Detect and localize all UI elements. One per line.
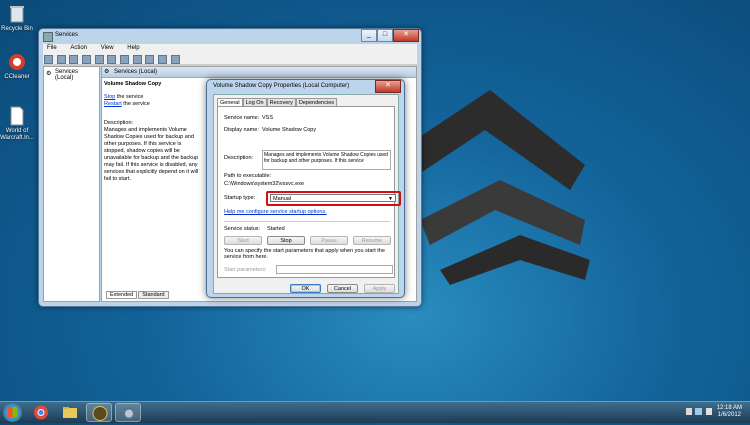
startup-type-label: Startup type: bbox=[224, 195, 256, 201]
play-icon[interactable] bbox=[132, 55, 142, 64]
description-label: Description: bbox=[224, 155, 254, 161]
desktop-icon-label: Recycle Bin bbox=[1, 26, 33, 32]
desktop-icon-recycle-bin[interactable]: Recycle Bin bbox=[0, 4, 34, 33]
gear-icon: ⚙ bbox=[46, 71, 52, 77]
back-icon[interactable] bbox=[44, 55, 53, 64]
cancel-button[interactable]: Cancel bbox=[327, 284, 358, 293]
taskbar-chrome[interactable] bbox=[28, 403, 54, 422]
refresh-icon[interactable] bbox=[94, 55, 104, 64]
start-button[interactable] bbox=[3, 403, 22, 422]
forward-icon[interactable] bbox=[56, 55, 66, 64]
dialog-tabs: General Log On Recovery Dependencies bbox=[217, 98, 338, 107]
chrome-icon bbox=[34, 405, 48, 420]
help-configure-link[interactable]: Help me configure service startup option… bbox=[224, 209, 327, 215]
clock-time: 12:18 AM bbox=[716, 405, 742, 411]
toolbar bbox=[43, 53, 417, 65]
pane-header: ⚙ Services (Local) bbox=[102, 67, 416, 78]
menu-action[interactable]: Action bbox=[70, 45, 87, 51]
path-value: C:\Windows\system32\vssvc.exe bbox=[224, 181, 305, 187]
desktop-icon-world-of-warcraft[interactable]: World of Warcraft.ln... bbox=[0, 106, 34, 142]
start-button[interactable]: Start bbox=[224, 236, 262, 245]
menu-file[interactable]: File bbox=[47, 45, 57, 51]
clock[interactable]: 12:18 AM 1/6/2012 bbox=[717, 405, 742, 419]
properties-dialog: Volume Shadow Copy Properties (Local Com… bbox=[206, 79, 405, 298]
service-name-value: VSS bbox=[262, 115, 274, 121]
separator bbox=[224, 221, 390, 222]
stop-button[interactable]: Stop bbox=[267, 236, 305, 245]
service-name-label: Service name: bbox=[224, 115, 260, 121]
window-title: Services bbox=[55, 32, 79, 38]
document-icon bbox=[8, 106, 26, 126]
view-tabs: Extended Standard bbox=[106, 291, 170, 299]
highlight-box bbox=[266, 191, 401, 206]
taskbar-services[interactable] bbox=[115, 403, 141, 422]
description-text: Manages and implements Volume Shadow Cop… bbox=[104, 127, 199, 182]
extended-info: Volume Shadow Copy Stop the service Rest… bbox=[104, 81, 200, 183]
menu-bar: File Action View Help bbox=[43, 44, 417, 53]
restart-icon[interactable] bbox=[170, 55, 180, 64]
gear-icon bbox=[123, 407, 135, 420]
start-params-label: Start parameters: bbox=[224, 267, 267, 273]
desktop-icon-label: CCleaner bbox=[4, 74, 30, 80]
tree-item-label: Services (Local) bbox=[55, 69, 79, 81]
service-status-value: Started bbox=[267, 226, 285, 232]
maximize-button[interactable]: □ bbox=[377, 29, 393, 42]
general-tab-page: Service name: VSS Display name: Volume S… bbox=[217, 106, 401, 278]
export-icon[interactable] bbox=[107, 55, 117, 64]
stop-icon[interactable] bbox=[145, 55, 155, 64]
stop-service-link[interactable]: Stop bbox=[104, 94, 115, 100]
recycle-bin-icon bbox=[8, 4, 26, 24]
stop-link-suffix: the service bbox=[115, 94, 144, 100]
apply-button[interactable]: Apply bbox=[364, 284, 395, 293]
pause-button[interactable]: Pause bbox=[310, 236, 348, 245]
close-button[interactable]: ✕ bbox=[393, 29, 419, 42]
console-tree-icon[interactable] bbox=[69, 55, 79, 64]
restart-link-suffix: the service bbox=[121, 101, 150, 107]
service-name-heading: Volume Shadow Copy bbox=[104, 81, 162, 87]
dialog-close-button[interactable]: ✕ bbox=[375, 80, 401, 93]
taskbar: 12:18 AM 1/6/2012 bbox=[0, 401, 750, 423]
network-icon[interactable] bbox=[695, 408, 702, 415]
ok-button[interactable]: OK bbox=[290, 284, 321, 293]
desktop-icon-ccleaner[interactable]: CCleaner bbox=[0, 52, 34, 81]
minimize-button[interactable]: _ bbox=[361, 29, 377, 42]
description-box[interactable]: Manages and implements Volume Shadow Cop… bbox=[262, 150, 391, 170]
tree-item-services-local[interactable]: ⚙ Services (Local) bbox=[44, 67, 99, 81]
pane-header-label: Services (Local) bbox=[114, 69, 158, 75]
description-label: Description: bbox=[104, 120, 134, 126]
desktop-icon-label: World of Warcraft.ln... bbox=[0, 128, 34, 141]
wow-icon bbox=[92, 406, 108, 421]
console-tree: ⚙ Services (Local) bbox=[43, 66, 100, 302]
dialog-body: General Log On Recovery Dependencies Servic… bbox=[213, 94, 401, 294]
menu-view[interactable]: View bbox=[101, 45, 114, 51]
taskbar-wow[interactable] bbox=[86, 403, 112, 422]
resume-button[interactable]: Resume bbox=[353, 236, 391, 245]
service-status-label: Service status: bbox=[224, 226, 261, 232]
volume-icon[interactable] bbox=[706, 408, 712, 415]
menu-help[interactable]: Help bbox=[127, 45, 139, 51]
start-params-help: You can specify the start parameters tha… bbox=[224, 248, 385, 260]
properties-icon[interactable] bbox=[82, 55, 92, 64]
help-icon[interactable] bbox=[120, 55, 130, 64]
notification-flag-icon[interactable] bbox=[686, 408, 692, 415]
folder-icon bbox=[63, 407, 77, 418]
tab-extended[interactable]: Extended bbox=[106, 291, 138, 299]
taskbar-explorer[interactable] bbox=[57, 403, 83, 422]
path-label: Path to executable: bbox=[224, 173, 272, 179]
services-app-icon bbox=[43, 32, 53, 42]
services-titlebar[interactable]: Services _ □ ✕ bbox=[39, 29, 421, 43]
display-name-label: Display name: bbox=[224, 127, 259, 133]
clock-date: 1/6/2012 bbox=[717, 412, 741, 418]
display-name-value: Volume Shadow Copy bbox=[262, 127, 317, 133]
restart-service-link[interactable]: Restart bbox=[104, 101, 122, 107]
tab-standard[interactable]: Standard bbox=[138, 291, 169, 299]
gear-icon: ⚙ bbox=[104, 69, 110, 75]
start-params-input[interactable] bbox=[276, 265, 393, 274]
dialog-titlebar[interactable]: Volume Shadow Copy Properties (Local Com… bbox=[207, 80, 404, 94]
dialog-title: Volume Shadow Copy Properties (Local Com… bbox=[213, 83, 350, 89]
ccleaner-icon bbox=[8, 52, 26, 72]
windows-logo-icon bbox=[8, 407, 17, 417]
pause-icon[interactable] bbox=[158, 55, 168, 64]
